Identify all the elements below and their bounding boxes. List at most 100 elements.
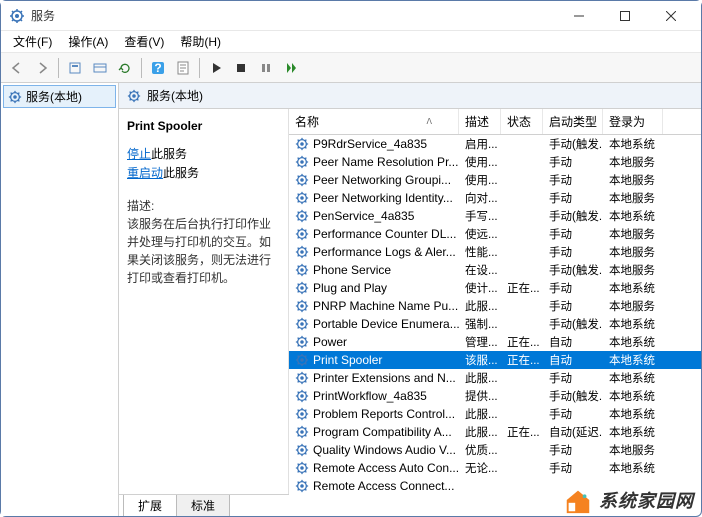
table-row[interactable]: Portable Device Enumera...强制...手动(触发...本… — [289, 315, 701, 333]
toolbar: ? — [1, 53, 701, 83]
table-row[interactable]: Print Spooler该服...正在...自动本地系统 — [289, 351, 701, 369]
close-button[interactable] — [649, 2, 693, 30]
table-row[interactable]: PrintWorkflow_4a835提供...手动(触发...本地系统 — [289, 387, 701, 405]
cell-start — [543, 485, 603, 487]
cell-desc: 提供... — [459, 387, 501, 405]
cell-name: Power — [313, 335, 347, 349]
cell-logon: 本地系统 — [603, 405, 663, 423]
table-row[interactable]: P9RdrService_4a835启用...手动(触发...本地系统 — [289, 135, 701, 153]
table-row[interactable]: Remote Access Auto Con...无论...手动本地系统 — [289, 459, 701, 477]
table-row[interactable]: Peer Networking Groupi...使用...手动本地服务 — [289, 171, 701, 189]
table-row[interactable]: Peer Name Resolution Pr...使用... 手动本地服务 — [289, 153, 701, 171]
table-row[interactable]: Program Compatibility A...此服...正在...自动(延… — [289, 423, 701, 441]
cell-desc: 手写... — [459, 207, 501, 225]
table-row[interactable]: PNRP Machine Name Pu...此服...手动本地服务 — [289, 297, 701, 315]
toolbar-icon-2[interactable] — [88, 56, 112, 80]
cell-state: 正在... — [501, 351, 543, 369]
cell-name: Peer Name Resolution Pr... — [313, 155, 458, 169]
cell-desc: 该服... — [459, 351, 501, 369]
column-name[interactable]: 名称ᐱ — [289, 109, 459, 134]
cell-name: Printer Extensions and N... — [313, 371, 456, 385]
cell-state — [501, 215, 543, 217]
service-icon — [295, 335, 309, 349]
table-row[interactable]: Remote Access Connect... — [289, 477, 701, 495]
table-row[interactable]: PenService_4a835手写...手动(触发...本地系统 — [289, 207, 701, 225]
table-row[interactable]: Phone Service在设...手动(触发...本地服务 — [289, 261, 701, 279]
cell-start: 手动(触发... — [543, 315, 603, 333]
forward-button[interactable] — [30, 56, 54, 80]
cell-logon: 本地服务 — [603, 225, 663, 243]
cell-name: Problem Reports Control... — [313, 407, 455, 421]
cell-desc: 启用... — [459, 135, 501, 153]
cell-name: PrintWorkflow_4a835 — [313, 389, 427, 403]
column-desc[interactable]: 描述 — [459, 109, 501, 134]
cell-desc: 使远... — [459, 225, 501, 243]
maximize-button[interactable] — [603, 2, 647, 30]
cell-state: 正在... — [501, 423, 543, 441]
table-row[interactable]: Power管理...正在...自动本地系统 — [289, 333, 701, 351]
table-row[interactable]: Plug and Play使计...正在...手动本地系统 — [289, 279, 701, 297]
menu-help[interactable]: 帮助(H) — [172, 31, 229, 52]
service-icon — [295, 389, 309, 403]
table-row[interactable]: Printer Extensions and N...此服...手动本地系统 — [289, 369, 701, 387]
stop-button[interactable] — [229, 56, 253, 80]
menu-action[interactable]: 操作(A) — [60, 31, 116, 52]
table-row[interactable]: Performance Counter DL...使远...手动本地服务 — [289, 225, 701, 243]
cell-start: 手动 — [543, 405, 603, 423]
service-icon — [295, 407, 309, 421]
pause-button[interactable] — [254, 56, 278, 80]
restart-service-link[interactable]: 重启动 — [127, 166, 163, 180]
window-title: 服务 — [31, 7, 557, 24]
cell-state — [501, 197, 543, 199]
play-button[interactable] — [204, 56, 228, 80]
cell-name: Remote Access Auto Con... — [313, 461, 459, 475]
stop-service-link[interactable]: 停止 — [127, 147, 151, 161]
title-icon — [9, 8, 25, 24]
cell-logon: 本地服务 — [603, 153, 663, 171]
cell-desc: 强制... — [459, 315, 501, 333]
sort-indicator-icon: ᐱ — [427, 117, 452, 126]
table-body[interactable]: P9RdrService_4a835启用...手动(触发...本地系统Peer … — [289, 135, 701, 511]
cell-logon — [603, 485, 663, 487]
tree-root-item[interactable]: 服务(本地) — [3, 85, 116, 108]
cell-start: 手动 — [543, 153, 603, 171]
column-start[interactable]: 启动类型 — [543, 109, 603, 134]
cell-start: 手动 — [543, 441, 603, 459]
cell-desc: 使用... — [459, 171, 501, 189]
table-row[interactable]: Quality Windows Audio V...优质...手动本地服务 — [289, 441, 701, 459]
restart-button[interactable] — [279, 56, 303, 80]
cell-start: 自动 — [543, 351, 603, 369]
detail-pane: Print Spooler 停止此服务 重启动此服务 描述: 该服务在后台执行打… — [119, 109, 289, 494]
toolbar-icon-1[interactable] — [63, 56, 87, 80]
table-row[interactable]: Problem Reports Control...此服...手动本地系统 — [289, 405, 701, 423]
table-row[interactable]: Peer Networking Identity...向对...手动本地服务 — [289, 189, 701, 207]
cell-state — [501, 143, 543, 145]
tab-extended[interactable]: 扩展 — [123, 495, 177, 516]
cell-state — [501, 323, 543, 325]
cell-state — [501, 251, 543, 253]
menu-file[interactable]: 文件(F) — [5, 31, 60, 52]
desc-label: 描述: — [127, 197, 280, 215]
help-button[interactable]: ? — [146, 56, 170, 80]
cell-desc: 此服... — [459, 369, 501, 387]
column-logon[interactable]: 登录为 — [603, 109, 663, 134]
menu-view[interactable]: 查看(V) — [116, 31, 172, 52]
service-icon — [295, 245, 309, 259]
tab-standard[interactable]: 标准 — [176, 495, 230, 516]
cell-logon: 本地系统 — [603, 135, 663, 153]
back-button[interactable] — [5, 56, 29, 80]
table-row[interactable]: Performance Logs & Aler...性能...手动本地服务 — [289, 243, 701, 261]
minimize-button[interactable] — [557, 2, 601, 30]
cell-logon: 本地系统 — [603, 351, 663, 369]
cell-logon: 本地服务 — [603, 243, 663, 261]
refresh-button[interactable] — [113, 56, 137, 80]
cell-start: 自动(延迟... — [543, 423, 603, 441]
cell-logon: 本地系统 — [603, 279, 663, 297]
properties-button[interactable] — [171, 56, 195, 80]
cell-desc: 使用... — [459, 153, 501, 171]
cell-name: Quality Windows Audio V... — [313, 443, 456, 457]
column-state[interactable]: 状态 — [501, 109, 543, 134]
cell-logon: 本地系统 — [603, 333, 663, 351]
cell-start: 手动 — [543, 369, 603, 387]
desc-text: 该服务在后台执行打印作业并处理与打印机的交互。如果关闭该服务，则无法进行打印或查… — [127, 215, 280, 287]
